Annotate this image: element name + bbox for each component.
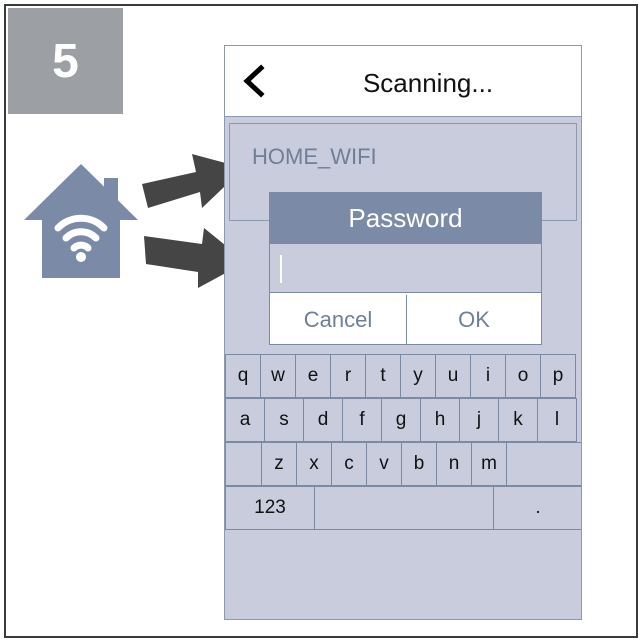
key-a[interactable]: a (225, 398, 265, 442)
key-n[interactable]: n (436, 442, 472, 486)
back-chevron-icon[interactable] (239, 64, 269, 98)
phone-header: Scanning... (225, 46, 581, 117)
key-b[interactable]: b (401, 442, 437, 486)
password-dialog: Password Cancel OK (269, 192, 542, 345)
key-c[interactable]: c (331, 442, 367, 486)
network-name: HOME_WIFI (252, 144, 377, 169)
backspace-key[interactable] (506, 442, 581, 486)
key-j[interactable]: j (459, 398, 499, 442)
key-q[interactable]: q (225, 354, 261, 398)
keyboard-row-4: 123 . (225, 486, 581, 530)
key-f[interactable]: f (342, 398, 382, 442)
cancel-button[interactable]: Cancel (270, 295, 407, 344)
key-d[interactable]: d (303, 398, 343, 442)
phone-screen: Scanning... HOME_WIFI Password Cancel OK… (224, 45, 582, 620)
key-i[interactable]: i (470, 354, 506, 398)
step-number-badge: 5 (8, 8, 123, 114)
key-e[interactable]: e (295, 354, 331, 398)
key-r[interactable]: r (330, 354, 366, 398)
key-v[interactable]: v (366, 442, 402, 486)
dialog-title: Password (270, 193, 541, 243)
shift-key[interactable] (225, 442, 262, 486)
period-key[interactable]: . (493, 486, 581, 530)
key-k[interactable]: k (498, 398, 538, 442)
key-y[interactable]: y (400, 354, 436, 398)
home-wifi-icon (24, 164, 138, 278)
keyboard-row-2: asdfghjkl (225, 398, 581, 442)
password-input[interactable] (270, 243, 541, 293)
key-u[interactable]: u (435, 354, 471, 398)
text-cursor (280, 255, 282, 283)
key-z[interactable]: z (261, 442, 297, 486)
screen-title: Scanning... (362, 68, 494, 98)
key-l[interactable]: l (537, 398, 577, 442)
numbers-key[interactable]: 123 (225, 486, 315, 530)
space-key[interactable] (314, 486, 494, 530)
key-p[interactable]: p (540, 354, 576, 398)
ok-button[interactable]: OK (407, 295, 541, 344)
keyboard-bottom-area (225, 530, 581, 574)
key-o[interactable]: o (505, 354, 541, 398)
key-x[interactable]: x (296, 442, 332, 486)
keyboard-row-3: zxcvbnm (225, 442, 581, 486)
key-g[interactable]: g (381, 398, 421, 442)
key-m[interactable]: m (471, 442, 507, 486)
key-h[interactable]: h (420, 398, 460, 442)
key-w[interactable]: w (260, 354, 296, 398)
key-t[interactable]: t (365, 354, 401, 398)
key-s[interactable]: s (264, 398, 304, 442)
keyboard-row-1: qwertyuiop (225, 354, 581, 398)
